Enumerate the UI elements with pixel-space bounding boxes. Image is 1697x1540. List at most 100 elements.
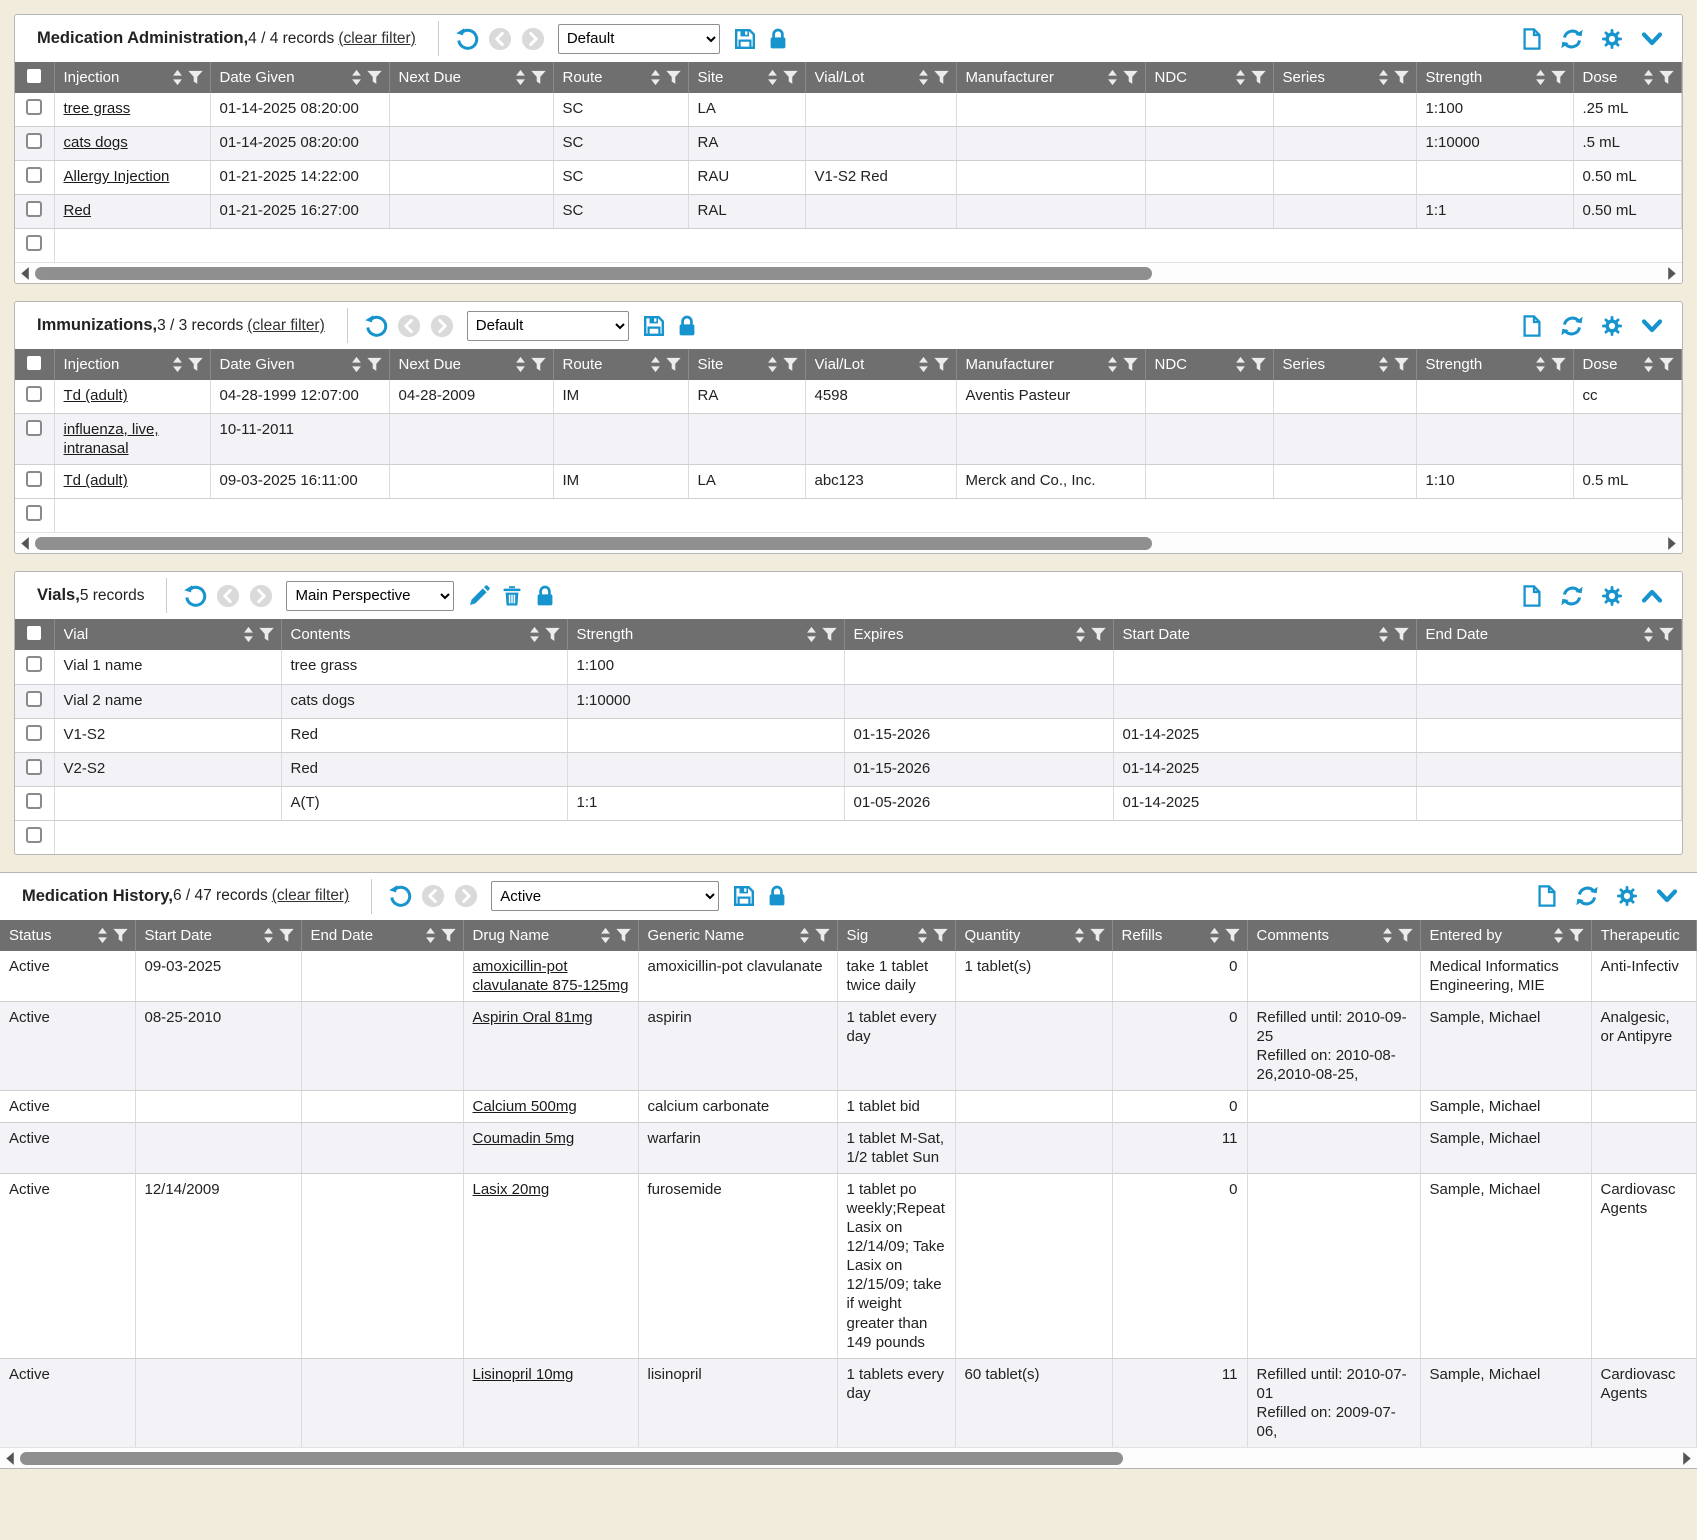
- filter-funnel-icon[interactable]: [933, 356, 950, 373]
- filter-funnel-icon[interactable]: [440, 927, 457, 944]
- column-header-strength[interactable]: Strength: [1416, 349, 1573, 380]
- next-page-icon[interactable]: [249, 584, 273, 608]
- row-checkbox[interactable]: [15, 380, 54, 414]
- column-header-site[interactable]: Site: [688, 349, 805, 380]
- filter-funnel-icon[interactable]: [112, 927, 129, 944]
- sort-icon[interactable]: [1377, 355, 1390, 374]
- settings-gear-icon[interactable]: [1615, 884, 1639, 908]
- clear-filter-link[interactable]: (clear filter): [247, 317, 325, 335]
- injection-link[interactable]: Td (adult): [64, 472, 128, 489]
- sort-icon[interactable]: [649, 355, 662, 374]
- column-header-therapeutic[interactable]: Therapeutic: [1591, 920, 1697, 951]
- sort-icon[interactable]: [424, 926, 437, 945]
- sort-icon[interactable]: [917, 355, 930, 374]
- sort-icon[interactable]: [350, 68, 363, 87]
- clear-filter-link[interactable]: (clear filter): [338, 30, 416, 48]
- scrollbar-thumb[interactable]: [35, 537, 1152, 550]
- sort-icon[interactable]: [242, 625, 255, 644]
- filter-funnel-icon[interactable]: [1250, 69, 1267, 86]
- sort-icon[interactable]: [1106, 68, 1119, 87]
- sort-icon[interactable]: [1381, 926, 1394, 945]
- column-header-end-date[interactable]: End Date: [1416, 619, 1682, 650]
- refresh-icon[interactable]: [1560, 314, 1584, 338]
- filter-funnel-icon[interactable]: [1089, 927, 1106, 944]
- filter-funnel-icon[interactable]: [1393, 626, 1410, 643]
- sort-icon[interactable]: [1106, 355, 1119, 374]
- filter-funnel-icon[interactable]: [258, 626, 275, 643]
- collapse-chevron-down-icon[interactable]: [1640, 314, 1664, 338]
- drug-name-link[interactable]: Calcium 500mg: [473, 1098, 577, 1115]
- sort-icon[interactable]: [514, 355, 527, 374]
- perspective-select[interactable]: Active: [491, 881, 719, 911]
- row-checkbox[interactable]: [15, 127, 54, 161]
- prev-page-icon[interactable]: [216, 584, 240, 608]
- drug-name-link[interactable]: amoxicillin-pot clavulanate 875-125mg: [473, 958, 629, 994]
- sort-icon[interactable]: [599, 926, 612, 945]
- filter-funnel-icon[interactable]: [782, 356, 799, 373]
- sort-icon[interactable]: [171, 355, 184, 374]
- clear-filter-link[interactable]: (clear filter): [272, 887, 350, 905]
- injection-link[interactable]: tree grass: [64, 100, 131, 117]
- drug-name-link[interactable]: Lisinopril 10mg: [473, 1366, 574, 1383]
- trash-icon[interactable]: [500, 584, 524, 608]
- sort-icon[interactable]: [1642, 68, 1655, 87]
- filter-funnel-icon[interactable]: [1122, 69, 1139, 86]
- edit-pencil-icon[interactable]: [467, 584, 491, 608]
- sort-icon[interactable]: [1534, 68, 1547, 87]
- row-checkbox[interactable]: [15, 195, 54, 229]
- column-header-start-date[interactable]: Start Date: [135, 920, 301, 951]
- scroll-right-icon[interactable]: [1682, 1451, 1693, 1466]
- sort-icon[interactable]: [1208, 926, 1221, 945]
- filter-funnel-icon[interactable]: [1122, 356, 1139, 373]
- column-header-route[interactable]: Route: [553, 62, 688, 93]
- undo-icon[interactable]: [455, 27, 479, 51]
- filter-funnel-icon[interactable]: [530, 69, 547, 86]
- row-checkbox[interactable]: [15, 820, 54, 854]
- column-header-contents[interactable]: Contents: [281, 619, 567, 650]
- horizontal-scrollbar[interactable]: [15, 262, 1682, 283]
- injection-link[interactable]: Red: [64, 202, 92, 219]
- column-header-route[interactable]: Route: [553, 349, 688, 380]
- column-header-dose[interactable]: Dose: [1573, 62, 1682, 93]
- sort-icon[interactable]: [649, 68, 662, 87]
- sort-icon[interactable]: [528, 625, 541, 644]
- sort-icon[interactable]: [766, 68, 779, 87]
- filter-funnel-icon[interactable]: [1658, 626, 1675, 643]
- column-header-generic-name[interactable]: Generic Name: [638, 920, 837, 951]
- lock-icon[interactable]: [766, 27, 790, 51]
- row-checkbox[interactable]: [15, 414, 54, 465]
- column-header-ndc[interactable]: NDC: [1145, 349, 1273, 380]
- column-header-series[interactable]: Series: [1273, 62, 1416, 93]
- sort-icon[interactable]: [1074, 625, 1087, 644]
- filter-funnel-icon[interactable]: [933, 69, 950, 86]
- undo-icon[interactable]: [183, 584, 207, 608]
- filter-funnel-icon[interactable]: [1550, 356, 1567, 373]
- filter-funnel-icon[interactable]: [1568, 927, 1585, 944]
- next-page-icon[interactable]: [521, 27, 545, 51]
- filter-funnel-icon[interactable]: [665, 69, 682, 86]
- refresh-icon[interactable]: [1575, 884, 1599, 908]
- refresh-icon[interactable]: [1560, 27, 1584, 51]
- column-header-vial-lot[interactable]: Vial/Lot: [805, 349, 956, 380]
- new-document-icon[interactable]: [1520, 584, 1544, 608]
- horizontal-scrollbar[interactable]: [0, 1447, 1697, 1468]
- new-document-icon[interactable]: [1520, 314, 1544, 338]
- column-header-refills[interactable]: Refills: [1112, 920, 1247, 951]
- filter-funnel-icon[interactable]: [544, 626, 561, 643]
- column-header-manufacturer[interactable]: Manufacturer: [956, 62, 1145, 93]
- filter-funnel-icon[interactable]: [1550, 69, 1567, 86]
- column-header-dose[interactable]: Dose: [1573, 349, 1682, 380]
- row-checkbox[interactable]: [15, 93, 54, 127]
- sort-icon[interactable]: [1377, 625, 1390, 644]
- injection-link[interactable]: Td (adult): [64, 387, 128, 404]
- select-all-checkbox[interactable]: [15, 62, 54, 93]
- drug-name-link[interactable]: Lasix 20mg: [473, 1181, 550, 1198]
- column-header-site[interactable]: Site: [688, 62, 805, 93]
- filter-funnel-icon[interactable]: [278, 927, 295, 944]
- sort-icon[interactable]: [1377, 68, 1390, 87]
- sort-icon[interactable]: [514, 68, 527, 87]
- filter-funnel-icon[interactable]: [1658, 69, 1675, 86]
- sort-icon[interactable]: [917, 68, 930, 87]
- column-header-vial-lot[interactable]: Vial/Lot: [805, 62, 956, 93]
- prev-page-icon[interactable]: [488, 27, 512, 51]
